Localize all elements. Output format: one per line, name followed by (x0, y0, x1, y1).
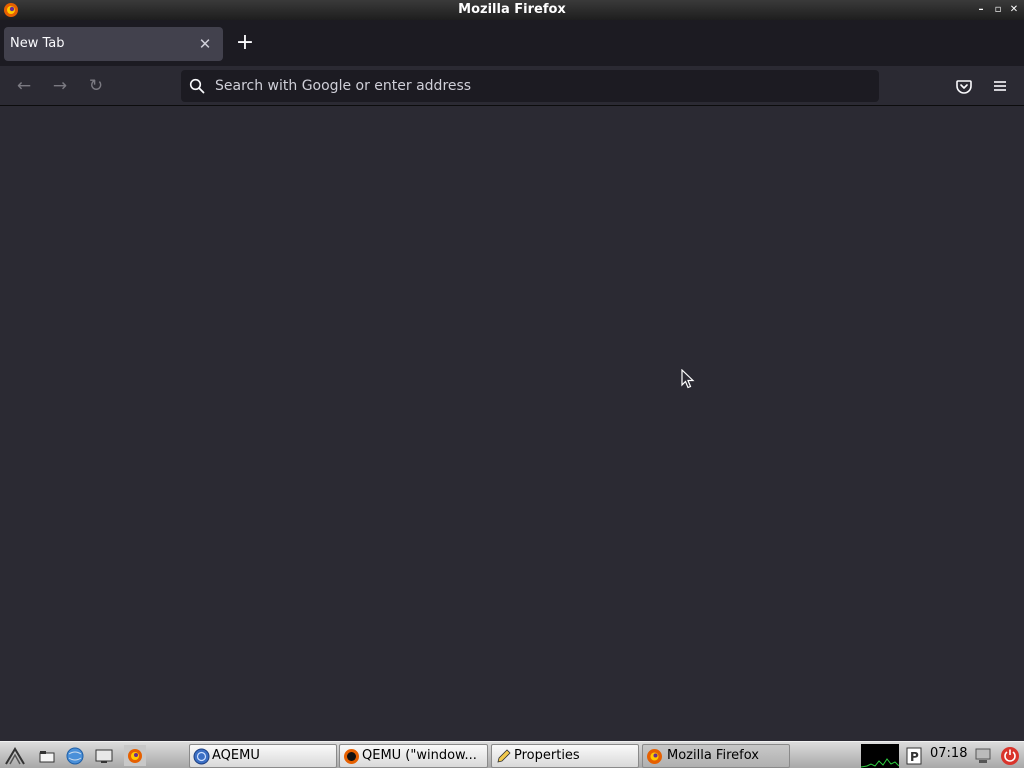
show-desktop-icon[interactable] (93, 745, 115, 766)
pocket-icon[interactable] (952, 74, 976, 98)
clock[interactable]: 07:18 (930, 746, 967, 761)
url-bar[interactable] (181, 70, 879, 102)
minimize-button[interactable]: – (974, 3, 988, 17)
restore-button[interactable]: ▫ (991, 3, 1005, 17)
close-window-button[interactable]: ✕ (1007, 3, 1021, 17)
firefox-icon (647, 749, 662, 764)
network-icon[interactable] (972, 745, 994, 766)
forward-button[interactable]: → (48, 74, 72, 98)
mouse-cursor-icon (681, 369, 695, 389)
task-aqemu[interactable]: AQEMU (189, 744, 337, 768)
close-icon[interactable]: ✕ (195, 34, 215, 54)
window-title: Mozilla Firefox (458, 2, 566, 17)
navigation-toolbar: ← → ↻ (0, 66, 1024, 106)
start-menu-icon[interactable] (4, 745, 26, 766)
page-content[interactable] (0, 107, 1024, 741)
hamburger-menu-icon[interactable] (988, 74, 1012, 98)
svg-text:P: P (910, 750, 919, 764)
power-icon[interactable] (999, 745, 1021, 766)
task-label: Mozilla Firefox (667, 748, 759, 763)
search-icon (189, 78, 205, 94)
tab-strip: New Tab ✕ + (0, 20, 1024, 66)
window-titlebar[interactable]: Mozilla Firefox – ▫ ✕ (0, 0, 1024, 20)
reload-button[interactable]: ↻ (84, 74, 108, 98)
plus-icon[interactable]: + (232, 31, 258, 57)
clipboard-icon[interactable]: P (903, 745, 925, 766)
task-properties[interactable]: Properties (491, 744, 639, 768)
cpu-monitor-icon[interactable] (861, 744, 899, 768)
tab-new-tab[interactable]: New Tab ✕ (4, 27, 223, 61)
task-mozilla-firefox[interactable]: Mozilla Firefox (642, 744, 790, 768)
task-label: Properties (514, 748, 580, 763)
qemu-icon (344, 749, 359, 764)
taskbar: AQEMU QEMU ("window... Properties Mozill… (0, 741, 1024, 768)
tab-title: New Tab (10, 36, 65, 51)
file-manager-icon[interactable] (36, 745, 58, 766)
task-label: AQEMU (212, 748, 260, 763)
pencil-icon (497, 749, 511, 763)
back-button[interactable]: ← (12, 74, 36, 98)
aqemu-icon (193, 748, 210, 765)
address-input[interactable] (215, 70, 865, 102)
task-qemu[interactable]: QEMU ("window... (339, 744, 488, 768)
task-label: QEMU ("window... (362, 748, 477, 763)
browser-launcher-icon[interactable] (64, 745, 86, 766)
firefox-launcher-icon[interactable] (124, 745, 146, 766)
